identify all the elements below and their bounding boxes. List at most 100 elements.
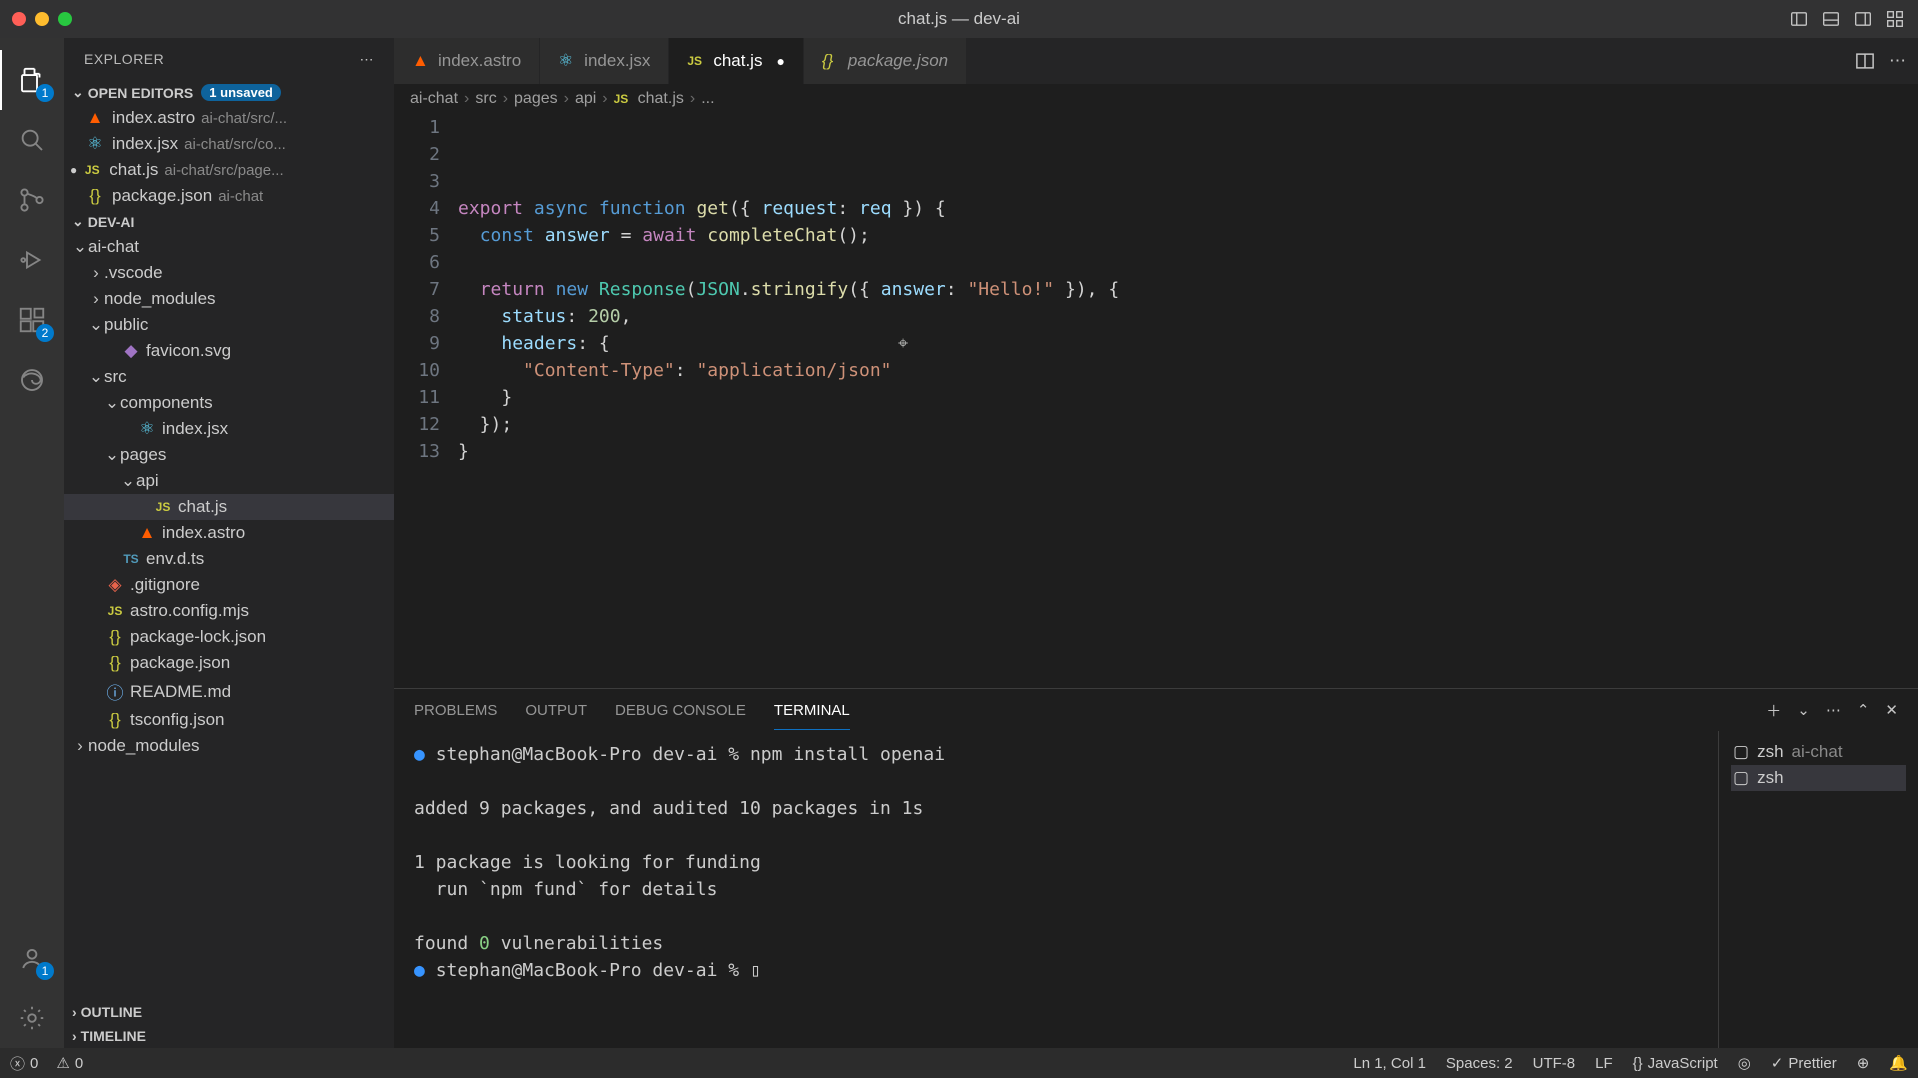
breadcrumb-item[interactable]: ai-chat [410, 90, 458, 108]
folder-label: src [104, 367, 127, 387]
folder-label: api [136, 471, 159, 491]
tree-folder[interactable]: ⌄api [64, 468, 394, 494]
tree-file[interactable]: ◆favicon.svg [64, 338, 394, 364]
tree-file[interactable]: ⚛index.jsx [64, 416, 394, 442]
open-editor-item[interactable]: JS chat.js ai-chat/src/page... [64, 157, 394, 183]
svg-icon: ◆ [120, 341, 142, 361]
activity-explorer-icon[interactable]: 1 [0, 50, 64, 110]
tab-index-jsx[interactable]: ⚛index.jsx [540, 38, 669, 84]
activity-search-icon[interactable] [0, 110, 64, 170]
panel-tab-output[interactable]: OUTPUT [525, 702, 587, 719]
open-editors-section[interactable]: ⌄ OPEN EDITORS 1 unsaved [64, 80, 394, 105]
activity-accounts-icon[interactable]: 1 [0, 928, 64, 988]
status-notifications-icon[interactable]: 🔔 [1889, 1054, 1908, 1072]
tab-chat-js[interactable]: JSchat.js● [669, 38, 804, 84]
status-errors[interactable]: ⓧ0 [10, 1053, 38, 1074]
terminal-output[interactable]: ● stephan@MacBook-Pro dev-ai % npm insta… [394, 731, 1718, 1048]
tree-file[interactable]: ⓘREADME.md [64, 676, 394, 707]
file-label: README.md [130, 682, 231, 702]
split-editor-icon[interactable] [1855, 51, 1875, 71]
code-editor[interactable]: 12345678910111213 export async function … [394, 114, 1918, 688]
breadcrumb-item[interactable]: src [475, 90, 496, 108]
layout-sidebar-left-icon[interactable] [1788, 8, 1810, 30]
panel-maximize-icon[interactable]: ⌃ [1857, 701, 1870, 719]
open-editor-item[interactable]: ⚛ index.jsx ai-chat/src/co... [64, 131, 394, 157]
status-live-share-icon[interactable]: ◎ [1738, 1054, 1751, 1072]
astro-icon: ▲ [84, 108, 106, 128]
status-feedback-icon[interactable]: ⊕ [1857, 1054, 1870, 1072]
tree-folder[interactable]: ›node_modules [64, 286, 394, 312]
tree-folder[interactable]: ⌄src [64, 364, 394, 390]
tree-file[interactable]: {}package-lock.json [64, 624, 394, 650]
status-bar: ⓧ0 ⚠0 Ln 1, Col 1 Spaces: 2 UTF-8 LF {}J… [0, 1048, 1918, 1078]
tree-file[interactable]: JSchat.js [64, 494, 394, 520]
window-minimize-button[interactable] [35, 12, 49, 26]
terminal-item[interactable]: ▢zsh [1731, 765, 1906, 791]
window-close-button[interactable] [12, 12, 26, 26]
breadcrumb-item[interactable]: api [575, 90, 596, 108]
window-maximize-button[interactable] [58, 12, 72, 26]
activity-source-control-icon[interactable] [0, 170, 64, 230]
tree-folder[interactable]: ⌄public [64, 312, 394, 338]
terminal-item[interactable]: ▢zshai-chat [1731, 739, 1906, 765]
status-indentation[interactable]: Spaces: 2 [1446, 1055, 1513, 1072]
status-language[interactable]: {}JavaScript [1633, 1055, 1718, 1072]
outline-section[interactable]: › OUTLINE [64, 1000, 394, 1024]
tab-package-json[interactable]: {}package.json [804, 38, 967, 84]
tab-label: package.json [848, 51, 948, 71]
activity-run-debug-icon[interactable] [0, 230, 64, 290]
breadcrumb-item[interactable]: ... [701, 90, 714, 108]
file-label: index.astro [162, 523, 245, 543]
panel-tab-debug[interactable]: DEBUG CONSOLE [615, 702, 746, 719]
activity-edge-icon[interactable] [0, 350, 64, 410]
status-warnings[interactable]: ⚠0 [56, 1054, 83, 1072]
js-icon: JS [614, 92, 632, 106]
activity-settings-icon[interactable] [0, 988, 64, 1048]
status-cursor-position[interactable]: Ln 1, Col 1 [1353, 1055, 1426, 1072]
tab-label: index.astro [438, 51, 521, 71]
terminal-dropdown-icon[interactable]: ⌄ [1797, 701, 1810, 719]
customize-layout-icon[interactable] [1884, 8, 1906, 30]
layout-sidebar-right-icon[interactable] [1852, 8, 1874, 30]
tree-file[interactable]: {}package.json [64, 650, 394, 676]
tree-file[interactable]: {}tsconfig.json [64, 707, 394, 733]
breadcrumb-item[interactable]: pages [514, 90, 558, 108]
breadcrumb-item[interactable]: chat.js [638, 90, 684, 108]
status-eol[interactable]: LF [1595, 1055, 1613, 1072]
panel-more-icon[interactable]: ⋯ [1826, 701, 1841, 719]
open-editor-item[interactable]: {} package.json ai-chat [64, 183, 394, 209]
new-terminal-icon[interactable]: ＋ [1766, 700, 1781, 721]
layout-panel-icon[interactable] [1820, 8, 1842, 30]
js-icon: JS [152, 500, 174, 514]
git-icon: ◈ [104, 575, 126, 595]
tree-file[interactable]: TSenv.d.ts [64, 546, 394, 572]
panel-tab-terminal[interactable]: TERMINAL [774, 702, 850, 730]
tree-file[interactable]: ▲index.astro [64, 520, 394, 546]
timeline-section[interactable]: › TIMELINE [64, 1024, 394, 1048]
tree-folder[interactable]: ›.vscode [64, 260, 394, 286]
terminal-prompt: stephan@MacBook-Pro dev-ai % [436, 744, 750, 765]
tree-folder[interactable]: ›node_modules [64, 733, 394, 759]
tree-folder[interactable]: ⌄components [64, 390, 394, 416]
panel-close-icon[interactable]: ✕ [1885, 701, 1898, 719]
tree-file[interactable]: JSastro.config.mjs [64, 598, 394, 624]
tab-index-astro[interactable]: ▲index.astro [394, 38, 540, 84]
tree-file[interactable]: ◈.gitignore [64, 572, 394, 598]
folder-section[interactable]: ⌄ DEV-AI [64, 209, 394, 234]
tab-modified-dot-icon: ● [776, 53, 784, 69]
status-encoding[interactable]: UTF-8 [1533, 1055, 1576, 1072]
unsaved-badge: 1 unsaved [201, 84, 281, 101]
status-prettier[interactable]: ✓Prettier [1771, 1054, 1837, 1072]
react-icon: ⚛ [558, 51, 576, 71]
folder-label: node_modules [88, 736, 200, 756]
code-content[interactable]: export async function get({ request: req… [458, 114, 1918, 688]
activity-extensions-icon[interactable]: 2 [0, 290, 64, 350]
panel-tab-problems[interactable]: PROBLEMS [414, 702, 497, 719]
more-actions-icon[interactable]: ⋯ [1889, 51, 1906, 71]
breadcrumb[interactable]: ai-chat› src› pages› api› JS chat.js› ..… [394, 84, 1918, 114]
open-editor-item[interactable]: ▲ index.astro ai-chat/src/... [64, 105, 394, 131]
tree-folder[interactable]: ⌄ai-chat [64, 234, 394, 260]
tree-folder[interactable]: ⌄pages [64, 442, 394, 468]
file-label: index.jsx [162, 419, 228, 439]
explorer-more-icon[interactable]: ⋯ [360, 51, 375, 68]
